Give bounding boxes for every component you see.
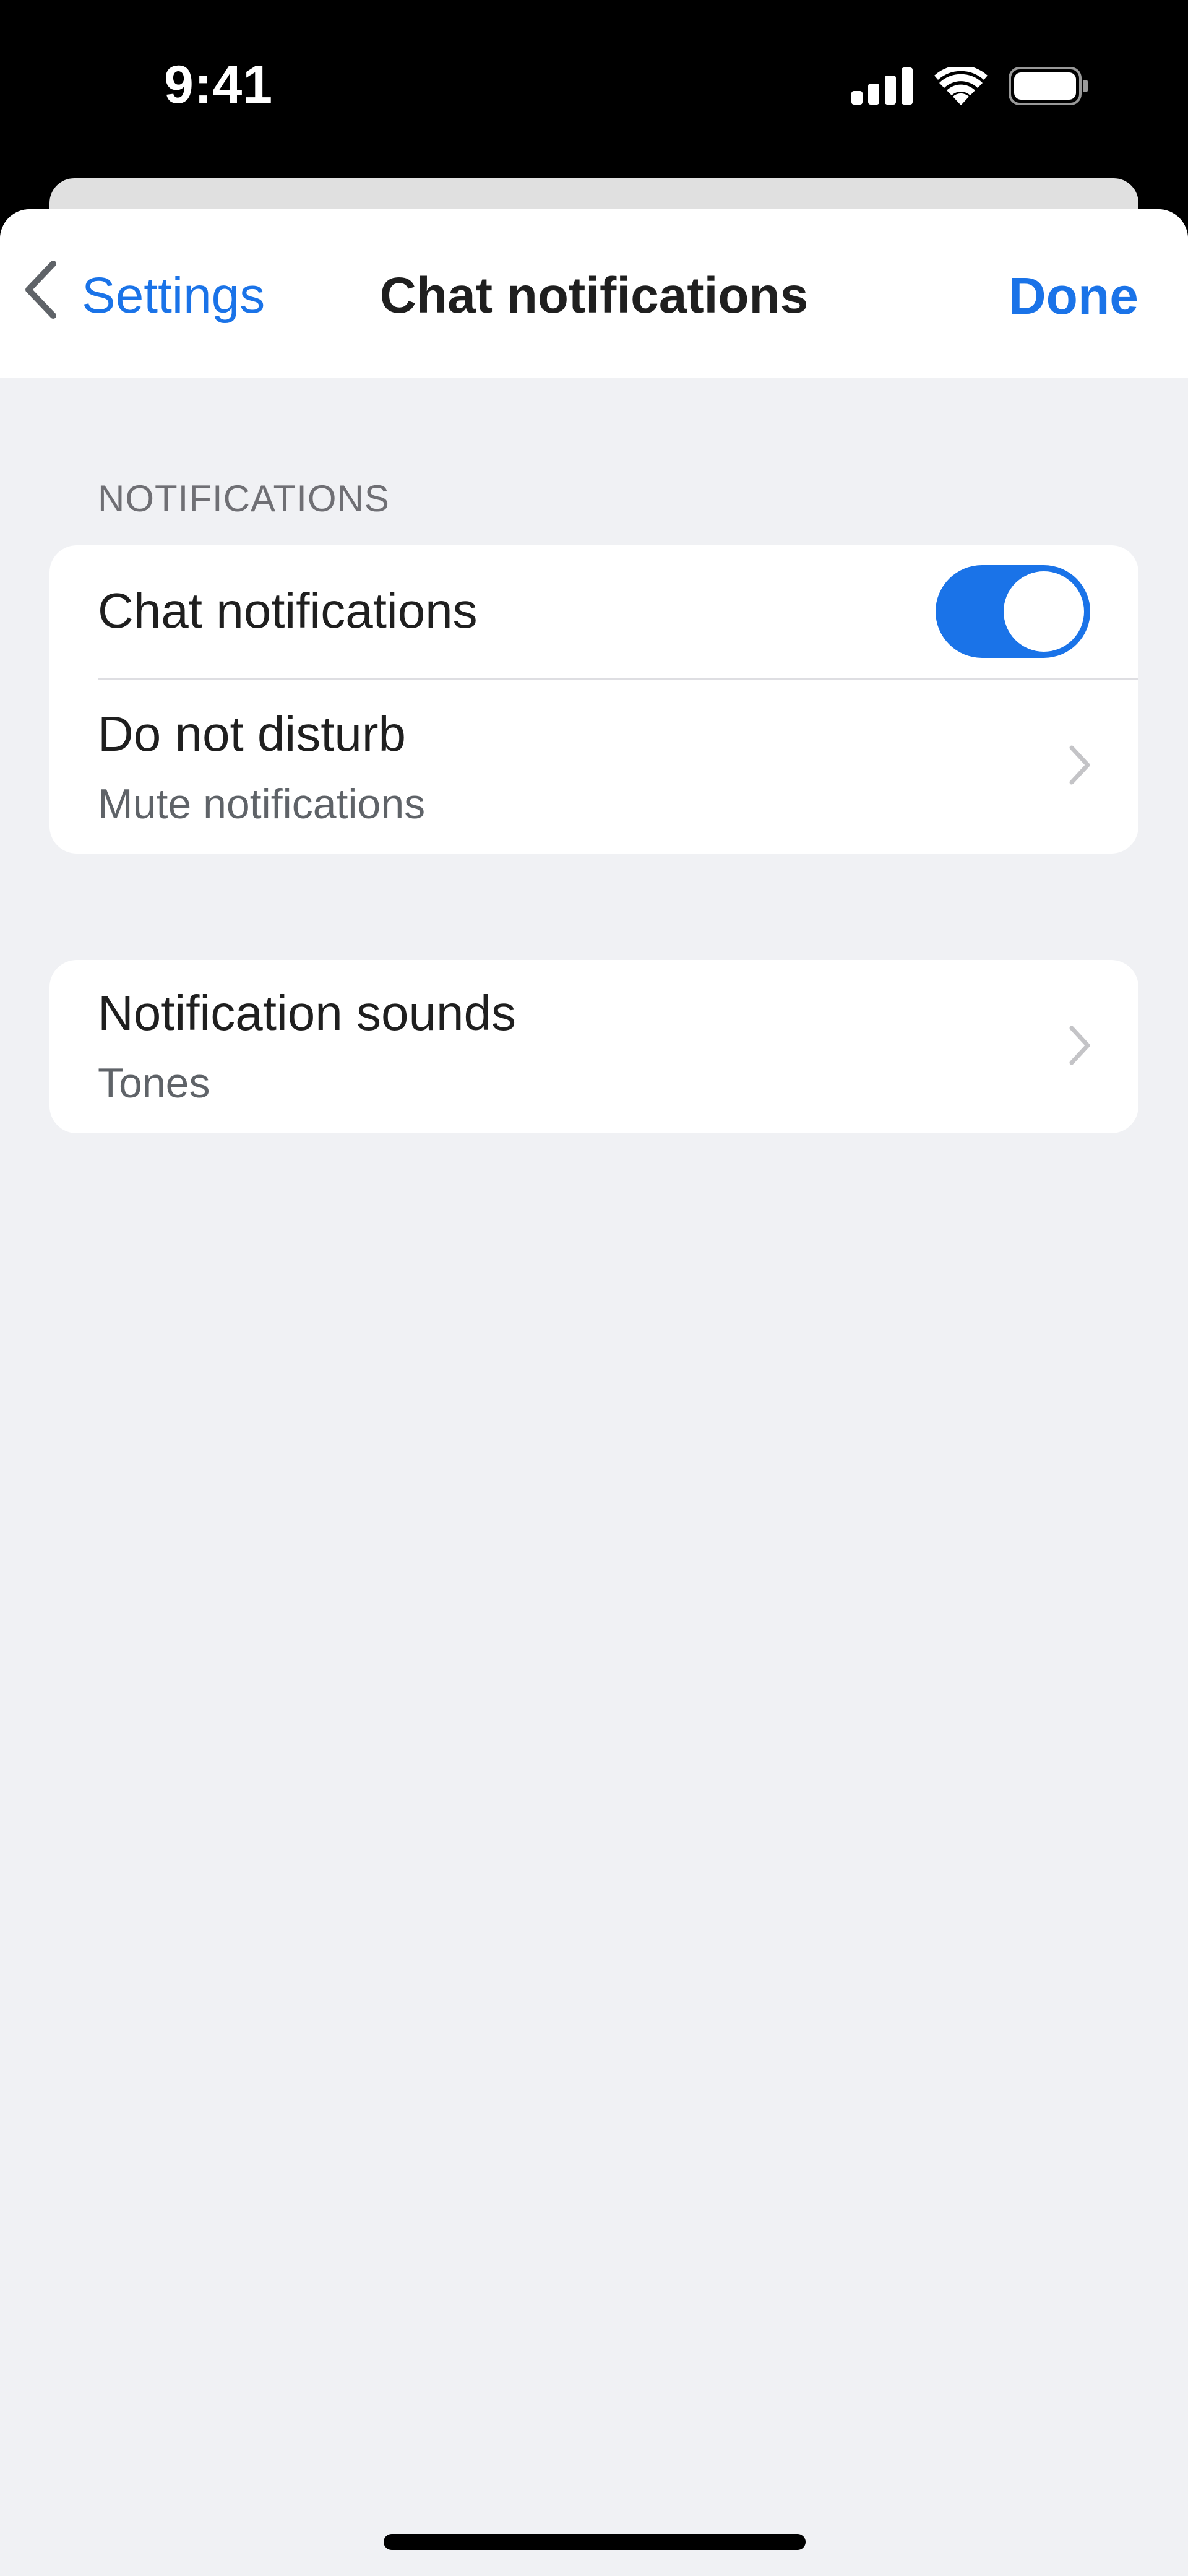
chat-notifications-sheet: Settings Chat notifications Done NOTIFIC… <box>0 209 1188 2576</box>
navigation-bar: Settings Chat notifications Done <box>0 209 1188 378</box>
home-indicator[interactable] <box>384 2534 806 2550</box>
do-not-disturb-sublabel: Mute notifications <box>98 780 426 828</box>
notification-sounds-sublabel: Tones <box>98 1060 210 1107</box>
notifications-card: Chat notifications Do not disturb Mute n… <box>50 545 1138 854</box>
cellular-signal-icon <box>851 67 913 108</box>
chat-notifications-label: Chat notifications <box>98 583 478 638</box>
wifi-icon <box>934 64 988 108</box>
chevron-right-icon <box>1068 745 1091 789</box>
do-not-disturb-label: Do not disturb <box>98 706 407 761</box>
status-bar: 9:41 <box>0 0 1188 179</box>
notification-sounds-label: Notification sounds <box>98 985 516 1040</box>
do-not-disturb-row[interactable]: Do not disturb Mute notifications <box>50 680 1138 854</box>
battery-icon <box>1009 66 1089 108</box>
chat-notifications-row[interactable]: Chat notifications <box>50 545 1138 678</box>
notification-sounds-row[interactable]: Notification sounds Tones <box>50 960 1138 1133</box>
sounds-card: Notification sounds Tones <box>50 960 1138 1133</box>
done-button[interactable]: Done <box>1009 265 1138 327</box>
notifications-section-header: NOTIFICATIONS <box>98 478 390 519</box>
status-time: 9:41 <box>164 55 273 115</box>
chat-notifications-toggle[interactable] <box>936 565 1090 658</box>
status-icons <box>851 64 1089 110</box>
chevron-right-icon <box>1068 1025 1091 1069</box>
toggle-knob <box>1004 571 1084 652</box>
